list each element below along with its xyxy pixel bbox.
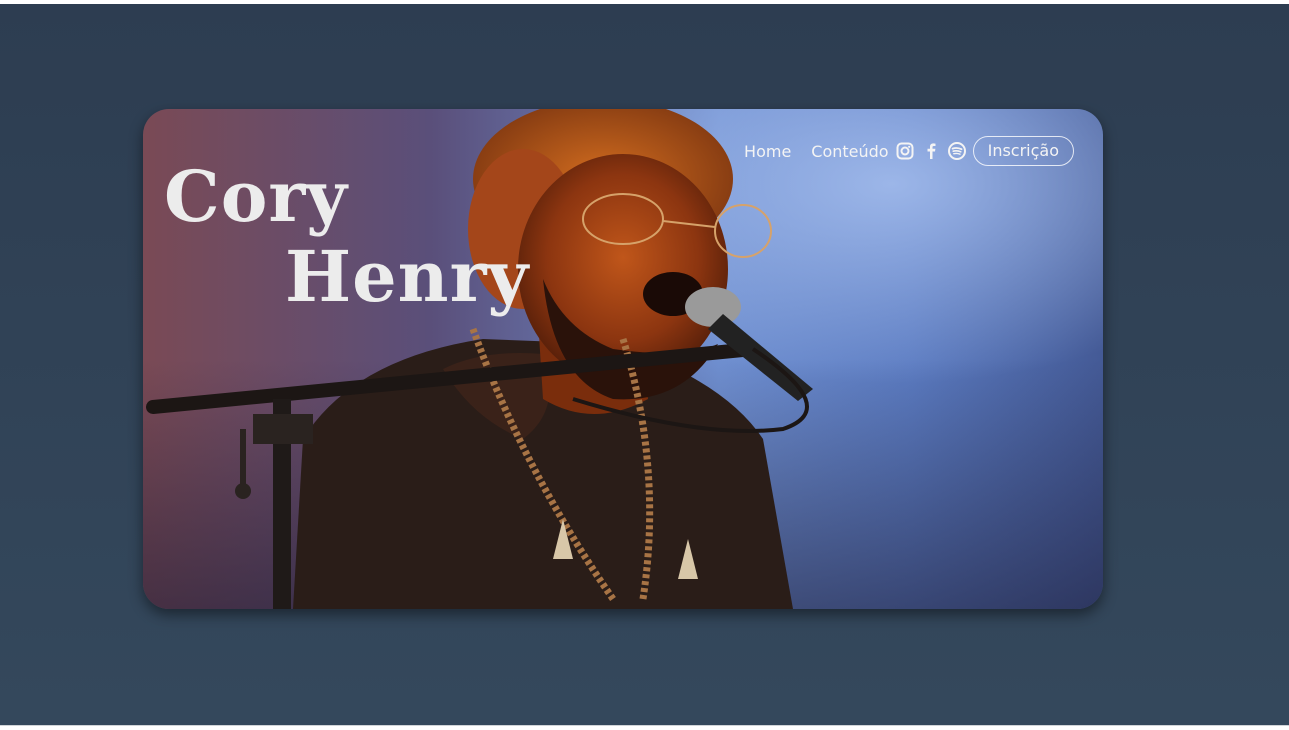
facebook-icon[interactable]: [921, 141, 941, 161]
page-background: Cory Henry Home Conteúdo Inscrição: [0, 4, 1289, 725]
instagram-icon[interactable]: [895, 141, 915, 161]
hero-banner: Cory Henry Home Conteúdo Inscrição: [143, 109, 1103, 609]
nav-home-link[interactable]: Home: [744, 142, 791, 161]
main-navigation: Home Conteúdo Inscrição: [744, 135, 1074, 167]
artist-last-name: Henry: [285, 235, 530, 318]
nav-content-link[interactable]: Conteúdo: [811, 142, 888, 161]
signup-button[interactable]: Inscrição: [972, 136, 1074, 166]
spotify-icon[interactable]: [947, 141, 967, 161]
window-bottom-edge: [0, 725, 1289, 730]
artist-first-name: Cory: [164, 155, 348, 238]
artist-name-heading: Cory Henry: [143, 109, 543, 339]
